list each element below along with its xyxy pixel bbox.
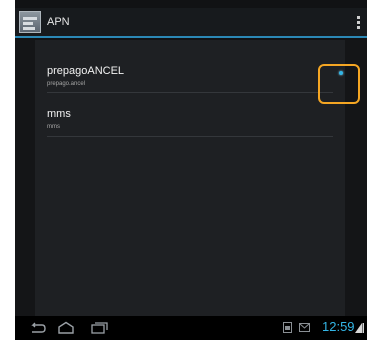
apn-address: mms: [47, 124, 60, 130]
overflow-menu-icon[interactable]: [357, 16, 361, 30]
home-icon[interactable]: [56, 321, 76, 335]
apn-address: prepago.ancel: [47, 81, 86, 87]
screenshot-notification-icon[interactable]: [283, 322, 292, 333]
status-clock: 12:59: [322, 319, 355, 334]
list-divider: [47, 92, 333, 93]
apn-list-panel: prepagoANCEL prepago.ancel mms mms: [35, 40, 345, 316]
apn-list-item-prepagoancel[interactable]: prepagoANCEL prepago.ancel: [47, 65, 341, 105]
left-margin: [0, 0, 15, 340]
page-title: APN: [47, 16, 70, 28]
apn-settings-icon[interactable]: [19, 11, 41, 33]
email-notification-icon[interactable]: [299, 322, 310, 333]
recent-apps-icon[interactable]: [89, 321, 109, 335]
list-divider: [47, 136, 333, 137]
apn-name: mms: [47, 108, 71, 120]
system-navigation-bar: 12:59: [15, 316, 367, 340]
right-margin: [367, 0, 382, 340]
apn-name: prepagoANCEL: [47, 65, 125, 77]
annotation-highlight-box: [318, 64, 360, 104]
back-icon[interactable]: [27, 321, 47, 335]
apn-list-item-mms[interactable]: mms mms: [47, 108, 341, 148]
content-area: prepagoANCEL prepago.ancel mms mms: [15, 40, 367, 316]
action-bar: APN: [15, 8, 367, 38]
signal-icon: [355, 323, 364, 333]
